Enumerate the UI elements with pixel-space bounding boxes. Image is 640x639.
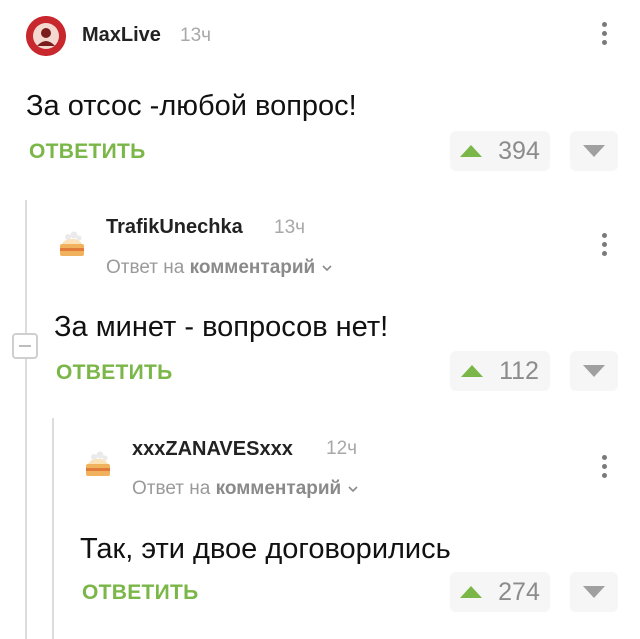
chevron-down-icon <box>347 486 358 493</box>
reply-to-target[interactable]: комментарий <box>190 257 316 278</box>
downvote-button[interactable] <box>570 351 618 391</box>
arrow-down-icon <box>583 365 605 377</box>
arrow-up-icon <box>461 365 484 377</box>
arrow-up-icon <box>460 145 483 157</box>
minus-icon <box>19 345 31 347</box>
comment-username[interactable]: TrafikUnechka <box>106 216 243 239</box>
thread-line-level-1 <box>25 200 27 639</box>
chevron-down-icon <box>321 265 332 272</box>
vote-score: 112 <box>499 356 539 385</box>
comment-text: За отсос -любой вопрос! <box>26 90 357 122</box>
comment-username[interactable]: MaxLive <box>82 24 161 47</box>
downvote-button[interactable] <box>570 131 618 171</box>
reply-to-label[interactable]: Ответ на комментарий <box>106 257 333 279</box>
upvote-button[interactable]: 394 <box>450 131 550 171</box>
thread-line-level-2 <box>52 418 54 639</box>
reply-to-prefix: Ответ на <box>106 257 185 278</box>
comment-text: Так, эти двое договорились <box>80 533 451 565</box>
more-options-icon[interactable] <box>598 455 610 478</box>
more-options-icon[interactable] <box>598 233 610 256</box>
collapse-thread-button[interactable] <box>12 333 38 359</box>
reply-button[interactable]: ОТВЕТИТЬ <box>56 361 173 385</box>
avatar[interactable] <box>52 226 92 266</box>
arrow-down-icon <box>583 586 605 598</box>
cake-icon <box>60 231 84 256</box>
comment-time: 12ч <box>326 438 358 459</box>
comment-time: 13ч <box>274 217 306 238</box>
avatar[interactable] <box>26 16 66 56</box>
reply-to-target[interactable]: комментарий <box>216 478 342 499</box>
upvote-button[interactable]: 112 <box>450 351 550 391</box>
vote-score: 394 <box>498 136 540 165</box>
user-silhouette-icon <box>26 16 66 56</box>
more-options-icon[interactable] <box>598 22 610 45</box>
downvote-button[interactable] <box>570 572 618 612</box>
vote-score: 274 <box>498 577 540 606</box>
reply-to-label[interactable]: Ответ на комментарий <box>132 478 359 500</box>
comment-username[interactable]: xxxZANAVESxxx <box>132 438 293 461</box>
reply-button[interactable]: ОТВЕТИТЬ <box>82 581 199 605</box>
reply-button[interactable]: ОТВЕТИТЬ <box>29 140 146 164</box>
arrow-down-icon <box>583 145 605 157</box>
arrow-up-icon <box>460 586 483 598</box>
reply-to-prefix: Ответ на <box>132 478 211 499</box>
comment-time: 13ч <box>180 25 212 46</box>
avatar[interactable] <box>78 446 118 486</box>
comment-text: За минет - вопросов нет! <box>54 311 389 343</box>
cake-icon <box>86 451 110 476</box>
upvote-button[interactable]: 274 <box>450 572 550 612</box>
